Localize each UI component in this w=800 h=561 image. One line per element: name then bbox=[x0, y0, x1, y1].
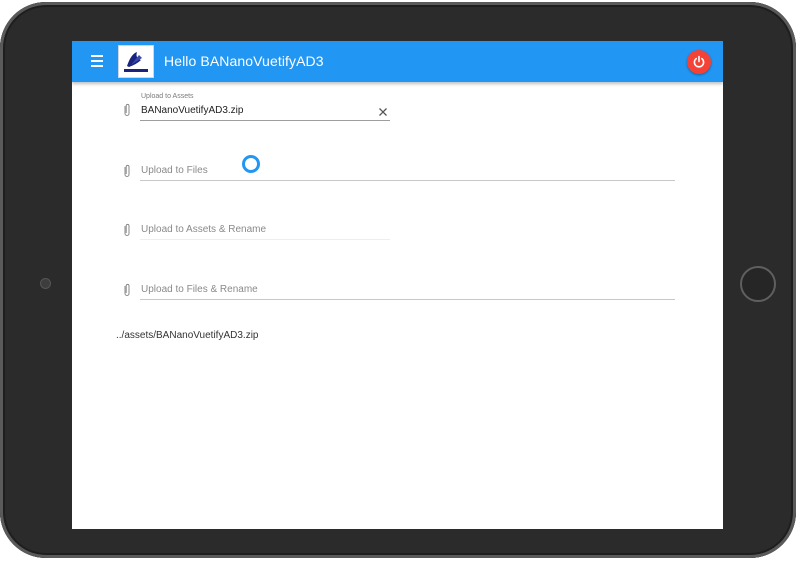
upload-assets-rename-placeholder: Upload to Assets & Rename bbox=[141, 224, 267, 235]
upload-assets-value[interactable]: BANanoVuetifyAD3.zip bbox=[141, 105, 243, 116]
tablet-frame: Hello BANanoVuetifyAD3 Upload to Assets … bbox=[0, 2, 796, 558]
page-title: Hello BANanoVuetifyAD3 bbox=[164, 53, 324, 69]
loading-spinner bbox=[242, 155, 260, 173]
field-underline bbox=[140, 239, 390, 240]
upload-assets-field[interactable]: Upload to Assets BANanoVuetifyAD3.zip bbox=[122, 93, 402, 127]
close-icon[interactable] bbox=[378, 107, 388, 117]
app-bar: Hello BANanoVuetifyAD3 bbox=[72, 41, 723, 82]
upload-files-field[interactable]: Upload to Files bbox=[122, 163, 682, 193]
upload-assets-label: Upload to Assets bbox=[141, 93, 194, 100]
camera-icon bbox=[40, 278, 51, 289]
menu-icon[interactable] bbox=[89, 54, 105, 68]
field-underline bbox=[140, 180, 675, 181]
upload-files-placeholder: Upload to Files bbox=[141, 165, 208, 176]
upload-assets-rename-field[interactable]: Upload to Assets & Rename bbox=[122, 222, 682, 252]
upload-files-rename-field[interactable]: Upload to Files & Rename bbox=[122, 282, 682, 312]
app-screen: Hello BANanoVuetifyAD3 Upload to Assets … bbox=[72, 41, 723, 529]
power-button[interactable] bbox=[687, 50, 711, 74]
field-underline bbox=[140, 299, 675, 300]
paperclip-icon[interactable] bbox=[122, 283, 132, 297]
upload-files-rename-placeholder: Upload to Files & Rename bbox=[141, 284, 258, 295]
paperclip-icon[interactable] bbox=[122, 164, 132, 178]
app-logo bbox=[118, 45, 154, 78]
field-underline bbox=[140, 120, 390, 121]
uploaded-file-path: ../assets/BANanoVuetifyAD3.zip bbox=[116, 330, 259, 341]
paperclip-icon[interactable] bbox=[122, 103, 132, 117]
power-icon bbox=[693, 55, 705, 68]
paperclip-icon[interactable] bbox=[122, 223, 132, 237]
home-button[interactable] bbox=[740, 266, 776, 302]
